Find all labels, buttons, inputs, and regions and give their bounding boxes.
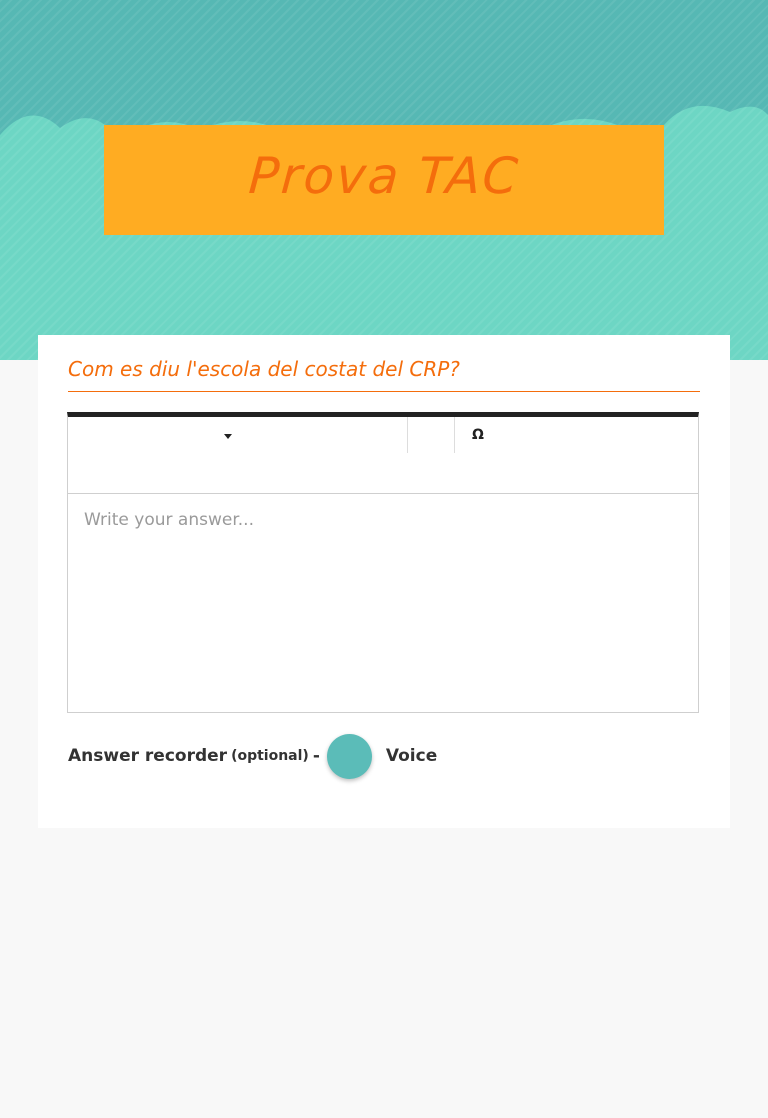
question-card: Com es diu l'escola del costat del CRP? … (38, 335, 730, 828)
editor-toolbar: Ω (68, 417, 698, 494)
recorder-separator: - (312, 746, 320, 766)
header-banner: Prova TAC (0, 0, 768, 360)
format-dropdown[interactable] (68, 417, 408, 453)
recorder-label: Answer recorder (68, 746, 228, 766)
caret-down-icon (224, 434, 232, 439)
answer-editor: Ω (67, 412, 699, 713)
page-title: Prova TAC (246, 147, 522, 205)
toolbar-button[interactable] (409, 417, 455, 453)
answer-recorder: Answer recorder (optional) - Voice (68, 733, 437, 779)
special-characters-icon[interactable]: Ω (468, 425, 488, 445)
title-banner: Prova TAC (104, 125, 664, 235)
recorder-optional-label: (optional) (231, 748, 309, 764)
voice-label: Voice (385, 746, 438, 766)
voice-toggle-button[interactable] (326, 733, 372, 779)
question-text: Com es diu l'escola del costat del CRP? (68, 357, 700, 392)
answer-input[interactable] (68, 494, 698, 712)
